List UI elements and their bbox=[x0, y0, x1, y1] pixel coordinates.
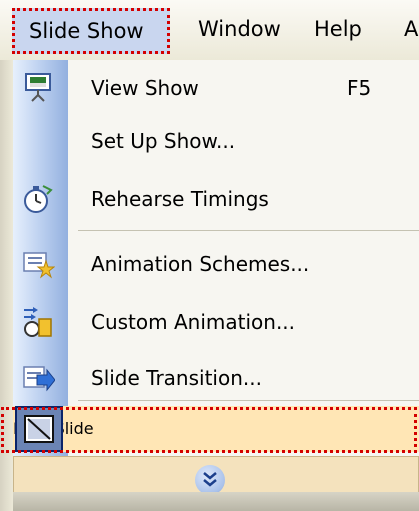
menu-window-label: Window bbox=[198, 17, 281, 41]
menu-slide-show-label: Slide Show bbox=[29, 19, 144, 43]
animation-schemes-icon bbox=[21, 247, 56, 281]
menu-separator bbox=[78, 230, 419, 231]
menu-item-animation-schemes[interactable]: Animation Schemes... bbox=[13, 238, 419, 290]
slide-show-dropdown: View Show F5 Set Up Show... Rehearse Tim… bbox=[13, 60, 419, 511]
menu-bar: Slide Show Window Help A bbox=[0, 0, 419, 61]
hide-slide-icon bbox=[15, 406, 63, 452]
menu-partial[interactable]: A bbox=[404, 14, 418, 44]
window-edge bbox=[0, 60, 13, 511]
menu-window[interactable]: Window bbox=[198, 14, 281, 44]
menu-item-label: Slide Transition... bbox=[91, 366, 262, 390]
custom-animation-icon bbox=[21, 305, 55, 339]
screenshot-root: Slide Show Window Help A View Show F5 Se… bbox=[0, 0, 419, 511]
menu-item-shortcut: F5 bbox=[347, 76, 372, 100]
rehearse-timings-icon bbox=[21, 182, 55, 216]
menu-partial-label: A bbox=[404, 17, 419, 41]
menu-item-label: Custom Animation... bbox=[91, 310, 296, 334]
slide-transition-icon bbox=[21, 361, 56, 395]
menu-separator bbox=[78, 400, 419, 401]
menu-item-label: View Show bbox=[91, 76, 199, 100]
menu-slide-show[interactable]: Slide Show bbox=[12, 8, 170, 54]
view-show-icon bbox=[21, 71, 55, 105]
menu-item-label: Animation Schemes... bbox=[91, 252, 310, 276]
bottom-band bbox=[13, 492, 419, 511]
menu-item-custom-animation[interactable]: Custom Animation... bbox=[13, 296, 419, 348]
menu-item-label: Rehearse Timings bbox=[91, 187, 269, 211]
menu-item-slide-transition[interactable]: Slide Transition... bbox=[13, 352, 419, 404]
menu-item-view-show[interactable]: View Show F5 bbox=[13, 62, 419, 114]
menu-help[interactable]: Help bbox=[314, 14, 362, 44]
menu-item-set-up-show[interactable]: Set Up Show... bbox=[13, 115, 419, 167]
menu-help-label: Help bbox=[314, 17, 362, 41]
menu-item-rehearse-timings[interactable]: Rehearse Timings bbox=[13, 173, 419, 225]
menu-item-label: Set Up Show... bbox=[91, 129, 236, 153]
menu-item-hide-slide[interactable]: Hide Slide bbox=[13, 406, 419, 452]
chevron-double-down-icon[interactable] bbox=[195, 465, 225, 495]
